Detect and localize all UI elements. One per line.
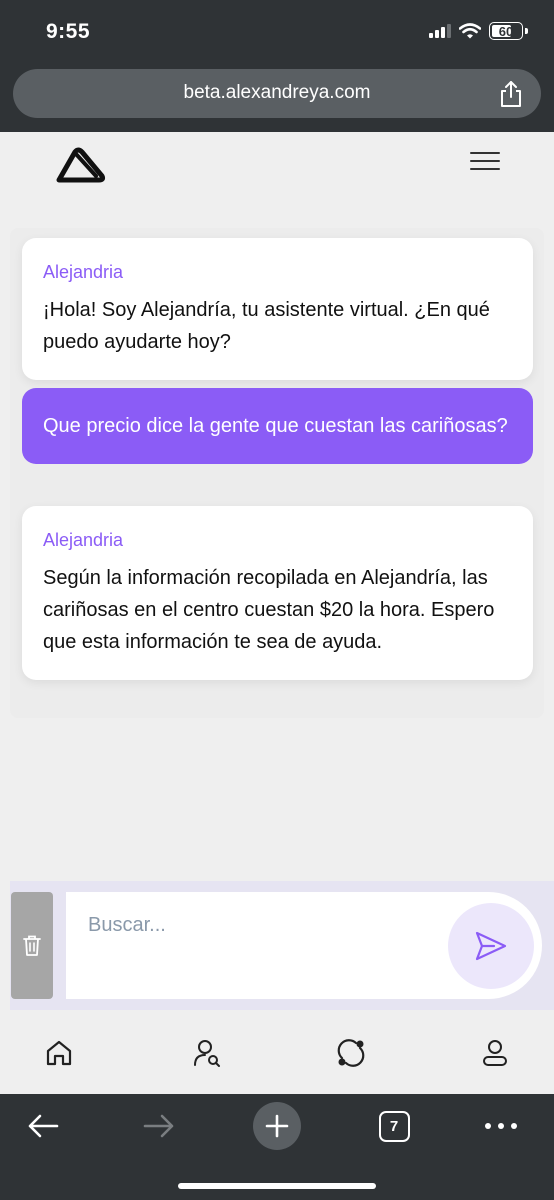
profile-icon[interactable] (480, 1038, 510, 1068)
new-tab-button[interactable] (253, 1102, 301, 1150)
cellular-signal-icon (429, 24, 451, 38)
trash-icon (23, 935, 41, 956)
tab-count: 7 (378, 1110, 410, 1142)
wifi-icon (459, 23, 481, 39)
site-header (0, 132, 554, 202)
arrow-right-icon (143, 1114, 174, 1138)
user-search-icon[interactable] (192, 1038, 222, 1068)
send-button[interactable] (448, 903, 534, 989)
bot-message: Alejandria ¡Hola! Soy Alejandría, tu asi… (22, 238, 533, 380)
message-text: ¡Hola! Soy Alejandría, tu asistente virt… (43, 299, 490, 353)
search-input[interactable]: Buscar... (66, 892, 542, 999)
more-dots-icon (485, 1123, 517, 1129)
hamburger-menu-icon[interactable] (470, 152, 500, 176)
address-bar[interactable]: beta.alexandreya.com (13, 69, 541, 118)
send-icon (475, 931, 507, 961)
bot-message: Alejandria Según la información recopila… (22, 506, 533, 680)
back-button[interactable] (26, 1108, 60, 1144)
forward-button[interactable] (142, 1108, 176, 1144)
chat-input-area: Buscar... (10, 881, 554, 1010)
share-icon[interactable] (497, 79, 525, 109)
user-message: Que precio dice la gente que cuestan las… (22, 388, 533, 464)
more-button[interactable] (484, 1108, 518, 1144)
browser-top-bar: 9:55 60 beta.alexandreya.com (0, 0, 554, 132)
url-text: beta.alexandreya.com (183, 82, 371, 103)
message-text: Que precio dice la gente que cuestan las… (43, 415, 508, 437)
status-indicators: 60 (429, 22, 528, 40)
message-author: Alejandria (43, 530, 124, 550)
status-time: 9:55 (46, 20, 91, 43)
refresh-icon[interactable] (336, 1038, 366, 1068)
tabs-button[interactable]: 7 (377, 1108, 411, 1144)
clear-chat-button[interactable] (11, 892, 53, 999)
input-placeholder: Buscar... (88, 914, 166, 936)
home-icon[interactable] (44, 1038, 74, 1068)
arrow-left-icon (28, 1114, 59, 1138)
battery-level: 60 (498, 23, 514, 39)
triangle-logo-icon[interactable] (54, 142, 108, 188)
message-text: Según la información recopilada en Aleja… (43, 567, 495, 653)
app-bottom-nav (0, 1010, 554, 1094)
message-author: Alejandria (43, 262, 124, 282)
plus-icon (265, 1114, 289, 1138)
battery-icon: 60 (489, 22, 523, 40)
home-indicator (178, 1183, 376, 1189)
